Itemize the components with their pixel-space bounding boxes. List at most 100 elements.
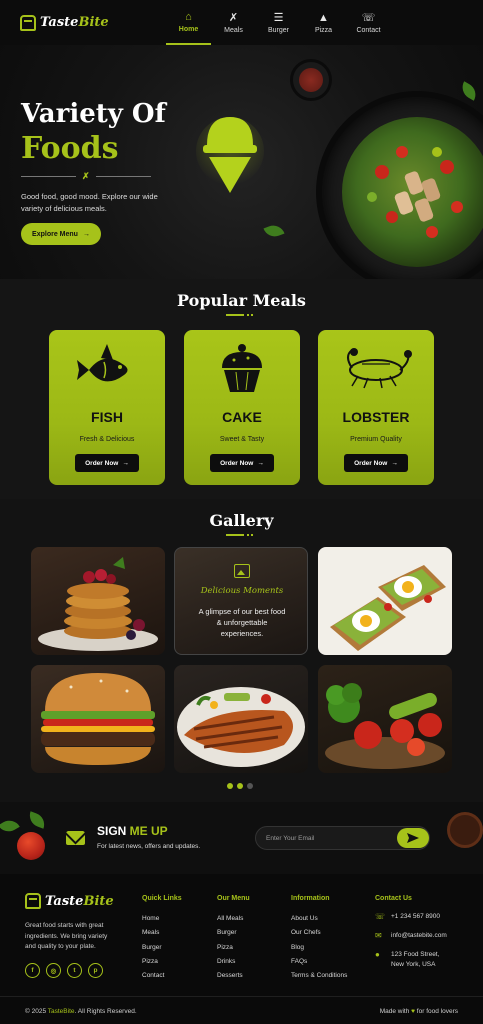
subscribe-button[interactable] xyxy=(397,828,429,848)
fish-icon xyxy=(77,344,128,382)
footer-description: Great food starts with great ingredients… xyxy=(25,922,108,950)
newsletter-subtitle: For latest news, offers and updates. xyxy=(97,843,201,850)
image-icon xyxy=(234,564,250,578)
mail-icon: ✉ xyxy=(375,931,382,940)
footer-link[interactable]: Our Chefs xyxy=(291,926,347,940)
gallery-grilled-chicken-image[interactable] xyxy=(174,665,308,773)
pagination-dot[interactable] xyxy=(227,783,233,789)
arrow-right-icon: → xyxy=(82,230,90,238)
footer-link[interactable]: Meals xyxy=(142,926,182,940)
card-title: FISH xyxy=(91,409,123,425)
pinterest-icon[interactable]: p xyxy=(88,963,103,978)
phone-icon: ☏ xyxy=(361,11,376,24)
basil-leaf-decor xyxy=(263,222,285,240)
address-line1: 123 Food Street, xyxy=(391,951,440,958)
footer-link[interactable]: Burger xyxy=(217,926,250,940)
explore-menu-button[interactable]: Explore Menu → xyxy=(21,223,101,245)
gallery-avocado-toast-image[interactable] xyxy=(318,547,452,655)
card-title: CAKE xyxy=(222,409,262,425)
footer-col-title: Contact Us xyxy=(375,895,412,902)
footer-link[interactable]: FAQs xyxy=(291,955,347,969)
footer-link[interactable]: Drinks xyxy=(217,955,250,969)
meal-card-fish[interactable]: FISH Fresh & Delicious Order Now → xyxy=(49,330,165,485)
popular-meals-section: Popular Meals FISH Fresh & Delicious Ord… xyxy=(0,279,483,499)
order-now-button[interactable]: Order Now → xyxy=(75,454,139,472)
footer-bottom-bar: © 2025 TasteBite. All Rights Reserved. M… xyxy=(0,996,483,1024)
utensils-icon: ✗ xyxy=(228,11,239,24)
footer-link[interactable]: All Meals xyxy=(217,912,250,926)
footer-col-contact: Contact Us ☏ +1 234 567 8900 ✉ info@tasteb… xyxy=(375,895,447,979)
footer-col-our-menu: Our Menu All Meals Burger Pizza Drinks D… xyxy=(217,895,250,983)
footer-col-title: Quick Links xyxy=(142,895,182,902)
arrow-right-icon: → xyxy=(391,459,398,467)
brand-logo[interactable]: TasteBite xyxy=(20,14,109,31)
arrow-right-icon: → xyxy=(122,459,129,467)
send-icon xyxy=(407,833,419,843)
brand-name-a: Taste xyxy=(40,15,79,30)
newsletter-title-b: ME UP xyxy=(129,824,168,838)
order-now-button[interactable]: Order Now → xyxy=(210,454,274,472)
pagination-dot[interactable] xyxy=(247,783,253,789)
pizza-icon: ▲ xyxy=(318,11,329,24)
gallery-pagination xyxy=(227,783,253,789)
facebook-icon[interactable]: f xyxy=(25,963,40,978)
nav-label: Meals xyxy=(224,26,243,34)
meal-card-lobster[interactable]: LOBSTER Premium Quality Order Now → xyxy=(318,330,434,485)
nav-item-meals[interactable]: ✗ Meals xyxy=(211,0,256,45)
footer-link[interactable]: Blog xyxy=(291,941,347,955)
nav-label: Contact xyxy=(356,26,381,34)
section-title: Gallery xyxy=(209,511,274,530)
footer-logo[interactable]: TasteBite xyxy=(25,893,114,909)
ice-cream-icon xyxy=(196,117,264,193)
card-subtitle: Fresh & Delicious xyxy=(79,436,135,443)
footer-link[interactable]: Desserts xyxy=(217,969,250,983)
nav-item-home[interactable]: ⌂ Home xyxy=(166,0,211,45)
nav-item-burger[interactable]: ☰ Burger xyxy=(256,0,301,45)
leaf-decor xyxy=(0,816,20,836)
title-underline xyxy=(226,533,256,537)
footer-link[interactable]: Pizza xyxy=(142,955,182,969)
contact-phone[interactable]: ☏ +1 234 567 8900 xyxy=(375,912,447,922)
email-field[interactable] xyxy=(266,831,396,845)
nav-label: Home xyxy=(178,25,199,33)
footer-link[interactable]: Home xyxy=(142,912,182,926)
mail-icon xyxy=(66,831,85,845)
footer-col-title: Our Menu xyxy=(217,895,250,902)
meal-card-cake[interactable]: CAKE Sweet & Tasty Order Now → xyxy=(184,330,300,485)
gallery-pancakes-image[interactable] xyxy=(31,547,165,655)
salad-plate-image xyxy=(322,97,483,279)
contact-email-text: info@tastebite.com xyxy=(391,932,447,939)
feature-title: Delicious Moments xyxy=(200,586,284,596)
twitter-icon[interactable]: t xyxy=(67,963,82,978)
arrow-right-icon: → xyxy=(257,459,264,467)
hero-divider: ✗ xyxy=(21,171,151,181)
location-pin-icon: ● xyxy=(375,950,380,959)
footer-link[interactable]: About Us xyxy=(291,912,347,926)
footer-link[interactable]: Pizza xyxy=(217,941,250,955)
burger-icon: ☰ xyxy=(273,11,284,24)
gallery-vegetables-image[interactable] xyxy=(318,665,452,773)
footer-col-quick-links: Quick Links Home Meals Burger Pizza Cont… xyxy=(142,895,182,983)
chef-hat-icon xyxy=(20,14,36,31)
footer-link[interactable]: Burger xyxy=(142,941,182,955)
gallery-section: Gallery Delicious Moments A glimpse of o… xyxy=(0,499,483,802)
button-label: Explore Menu xyxy=(32,230,78,238)
pagination-dot[interactable] xyxy=(237,783,243,789)
gallery-feature-card: Delicious Moments A glimpse of our best … xyxy=(174,547,308,655)
hero-title-line2: Foods xyxy=(21,131,119,166)
contact-email[interactable]: ✉ info@tastebite.com xyxy=(375,931,447,941)
nav-item-contact[interactable]: ☏ Contact xyxy=(346,0,391,45)
order-now-button[interactable]: Order Now → xyxy=(344,454,408,472)
gallery-burger-image[interactable] xyxy=(31,665,165,773)
brand-name-a: Taste xyxy=(45,893,84,909)
utensils-icon: ✗ xyxy=(82,171,90,181)
button-label: Order Now xyxy=(220,459,254,467)
nav-item-pizza[interactable]: ▲ Pizza xyxy=(301,0,346,45)
footer-link[interactable]: Terms & Conditions xyxy=(291,969,347,983)
instagram-icon[interactable]: ◎ xyxy=(46,963,61,978)
lobster-icon xyxy=(347,348,412,389)
spice-bowl-decor xyxy=(447,812,483,848)
footer-link[interactable]: Contact xyxy=(142,969,182,983)
brand-name-b: Bite xyxy=(83,893,114,909)
phone-icon: ☏ xyxy=(375,912,386,921)
